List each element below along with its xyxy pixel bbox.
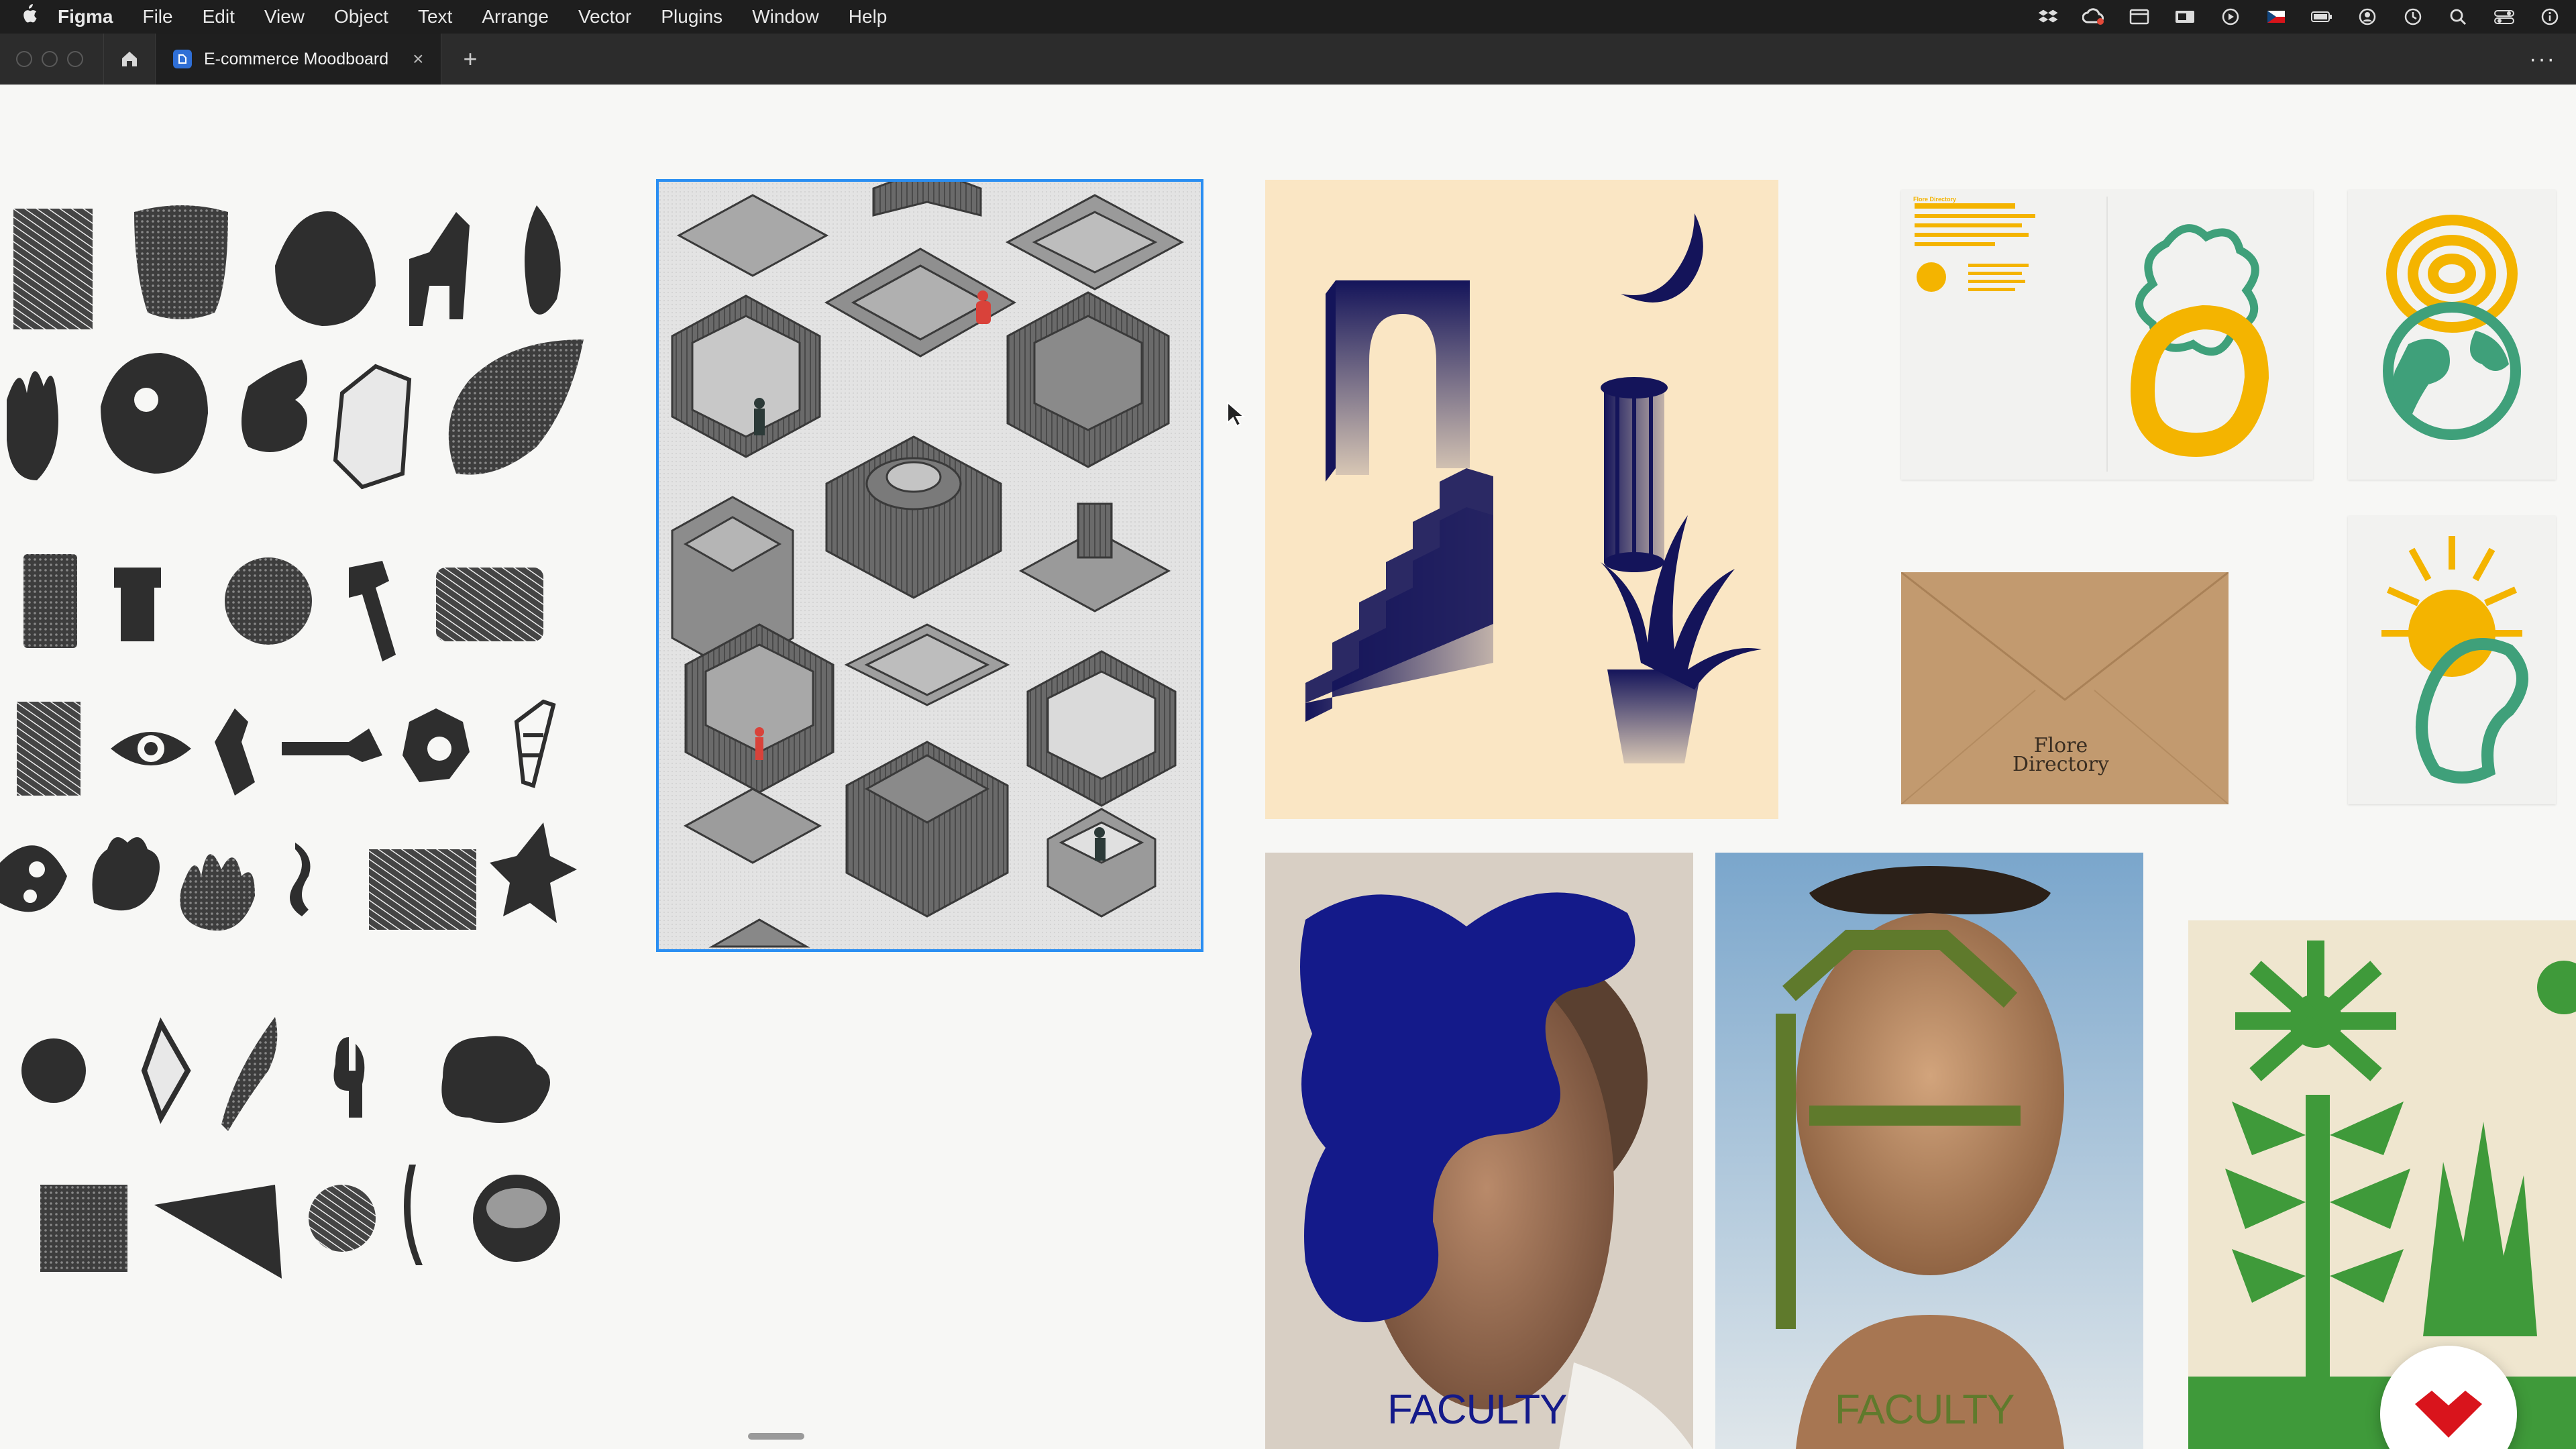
navy-shapes-illustration	[1305, 213, 1762, 763]
portrait-with-olive-lines	[1715, 853, 2143, 1449]
isometric-rooms-illustration	[659, 182, 1201, 949]
faculty-caption-olive: FACULTY	[1835, 1387, 2015, 1433]
flag-icon[interactable]	[2265, 8, 2288, 25]
window-icon[interactable]	[2128, 8, 2151, 25]
apple-menu-icon[interactable]	[15, 3, 42, 30]
menu-app-name[interactable]: Figma	[58, 6, 113, 28]
more-options-button[interactable]: ···	[2529, 46, 2556, 72]
envelope-label: Flore Directory	[1901, 736, 2220, 776]
menu-arrange[interactable]: Arrange	[482, 6, 549, 28]
close-tab-icon[interactable]: ×	[413, 48, 423, 70]
menu-bar: Figma File Edit View Object Text Arrange…	[0, 0, 2576, 34]
menu-plugins[interactable]: Plugins	[661, 6, 722, 28]
cream-architecture-poster[interactable]	[1265, 180, 1778, 819]
menu-view[interactable]: View	[264, 6, 305, 28]
mouse-cursor-icon	[1227, 401, 1246, 427]
horizontal-scrollbar[interactable]	[748, 1433, 804, 1440]
flore-directory-letter[interactable]	[1901, 190, 2313, 480]
globe-rings-artwork	[2383, 215, 2521, 440]
menu-vector[interactable]: Vector	[578, 6, 631, 28]
isometric-architecture-poster[interactable]	[656, 179, 1203, 952]
red-logo-icon	[2415, 1391, 2482, 1438]
green-botanical-print[interactable]	[2188, 920, 2576, 1449]
menu-help[interactable]: Help	[849, 6, 888, 28]
flore-letter-artwork	[1915, 197, 2269, 472]
stamp-collection-image[interactable]	[0, 192, 604, 1292]
user-icon[interactable]	[2356, 8, 2379, 25]
flore-directory-envelope[interactable]: Flore Directory	[1901, 572, 2229, 804]
figjam-file-icon	[173, 50, 192, 68]
tab-bar: E-commerce Moodboard × + ···	[0, 34, 2576, 85]
search-icon[interactable]	[2447, 8, 2470, 25]
tab-title: E-commerce Moodboard	[204, 49, 389, 68]
home-button[interactable]	[103, 34, 156, 85]
clock-icon[interactable]	[2402, 8, 2424, 25]
play-icon[interactable]	[2219, 8, 2242, 25]
figma-canvas[interactable]: Flore Directory Flore Directory FACULTY …	[0, 85, 2576, 1449]
faculty-poster-navy[interactable]: FACULTY	[1265, 853, 1693, 1449]
home-icon	[122, 52, 137, 66]
control-center-icon[interactable]	[2493, 8, 2516, 25]
flore-globe-card[interactable]	[2348, 190, 2556, 480]
creative-cloud-icon[interactable]	[2082, 8, 2105, 25]
battery-icon[interactable]	[2310, 8, 2333, 25]
menu-text[interactable]: Text	[418, 6, 452, 28]
menu-file[interactable]: File	[142, 6, 172, 28]
green-plant-artwork	[2188, 941, 2576, 1449]
info-icon[interactable]	[2538, 8, 2561, 25]
menu-object[interactable]: Object	[334, 6, 388, 28]
window-controls	[16, 51, 83, 67]
status-tray	[2037, 8, 2561, 25]
zoom-window-button[interactable]	[67, 51, 83, 67]
sun-plant-artwork	[2381, 536, 2528, 784]
faculty-caption-navy: FACULTY	[1387, 1387, 1567, 1433]
faculty-poster-olive[interactable]: FACULTY	[1715, 853, 2143, 1449]
new-tab-button[interactable]: +	[463, 45, 477, 73]
menu-edit[interactable]: Edit	[203, 6, 235, 28]
minimize-window-button[interactable]	[42, 51, 58, 67]
portrait-with-navy-blob	[1265, 853, 1693, 1449]
flore-sun-card[interactable]	[2348, 516, 2556, 804]
envelope-label-line-2: Directory	[2012, 753, 2109, 776]
tab-ecommerce-moodboard[interactable]: E-commerce Moodboard ×	[156, 34, 442, 85]
display-icon[interactable]	[2174, 8, 2196, 25]
close-window-button[interactable]	[16, 51, 32, 67]
flore-letter-heading: Flore Directory	[1913, 196, 1957, 203]
menu-window[interactable]: Window	[752, 6, 819, 28]
dropbox-icon[interactable]	[2037, 8, 2059, 25]
